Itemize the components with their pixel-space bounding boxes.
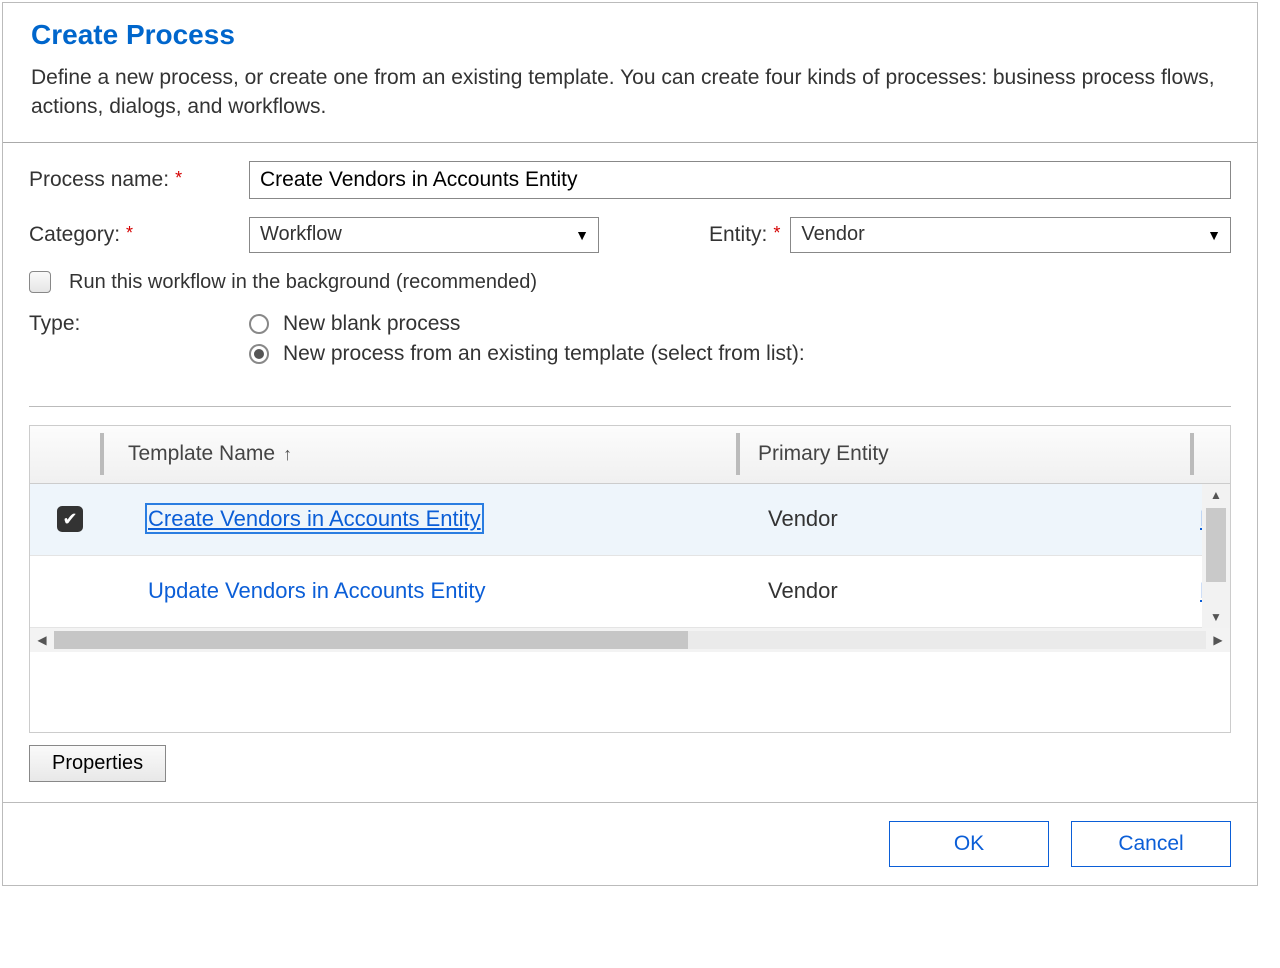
properties-row: Properties: [3, 733, 1257, 802]
type-option-blank-label: New blank process: [283, 312, 460, 336]
row-template-name: Update Vendors in Accounts Entity: [110, 578, 750, 604]
template-name-link[interactable]: Update Vendors in Accounts Entity: [148, 578, 486, 603]
template-name-link[interactable]: Create Vendors in Accounts Entity: [148, 506, 481, 531]
entity-label-text: Entity:: [709, 223, 767, 247]
radio-icon: [249, 344, 269, 364]
required-icon: *: [126, 223, 133, 244]
grid-body: ✔ Create Vendors in Accounts Entity Vend…: [30, 484, 1230, 628]
ok-button[interactable]: OK: [889, 821, 1049, 867]
entity-label: Entity: *: [709, 223, 780, 247]
table-row[interactable]: Update Vendors in Accounts Entity Vendor…: [30, 556, 1230, 628]
create-process-dialog: Create Process Define a new process, or …: [2, 2, 1258, 886]
dialog-footer: OK Cancel: [3, 802, 1257, 885]
type-options: New blank process New process from an ex…: [249, 312, 805, 366]
grid-header-check-col: [30, 433, 110, 475]
run-background-label: Run this workflow in the background (rec…: [69, 271, 537, 294]
required-icon: *: [773, 223, 780, 244]
properties-button[interactable]: Properties: [29, 745, 166, 782]
type-option-blank[interactable]: New blank process: [249, 312, 805, 336]
column-divider: [1190, 433, 1194, 475]
row-primary-entity: Vendor: [750, 578, 1200, 604]
sort-ascending-icon: ↑: [283, 444, 292, 465]
template-grid: Template Name ↑ Primary Entity ✔ Create …: [29, 425, 1231, 733]
scroll-down-icon: ▼: [1210, 606, 1222, 628]
row-checkbox-cell[interactable]: ✔: [30, 506, 110, 532]
cancel-button[interactable]: Cancel: [1071, 821, 1231, 867]
category-entity-row: Category: * Workflow ▼ Entity: * Vendor …: [29, 217, 1231, 253]
required-icon: *: [175, 168, 182, 189]
vertical-scrollbar[interactable]: ▲ ▼: [1202, 484, 1230, 628]
row-template-name: Create Vendors in Accounts Entity: [110, 506, 750, 532]
type-option-template-label: New process from an existing template (s…: [283, 342, 805, 366]
type-row: Type: New blank process New process from…: [29, 312, 1231, 366]
run-background-checkbox[interactable]: [29, 271, 51, 293]
scroll-left-icon: ◀: [30, 633, 54, 647]
category-label: Category: *: [29, 223, 249, 247]
dialog-subtitle: Define a new process, or create one from…: [31, 63, 1229, 122]
dialog-title: Create Process: [31, 19, 1229, 51]
column-header-template-name[interactable]: Template Name ↑: [110, 442, 736, 466]
process-name-label: Process name: *: [29, 168, 249, 192]
entity-select[interactable]: Vendor ▼: [790, 217, 1231, 253]
type-label: Type:: [29, 312, 249, 336]
column-header-primary-entity[interactable]: Primary Entity: [740, 442, 1190, 466]
scroll-thumb: [1206, 508, 1226, 582]
scroll-thumb: [54, 631, 688, 649]
scroll-right-icon: ▶: [1206, 633, 1230, 647]
row-primary-entity: Vendor: [750, 506, 1200, 532]
scroll-up-icon: ▲: [1210, 484, 1222, 506]
run-background-row: Run this workflow in the background (rec…: [29, 271, 1231, 294]
column-header-primary-entity-text: Primary Entity: [758, 442, 889, 465]
process-name-input[interactable]: [249, 161, 1231, 199]
scroll-track: [54, 631, 1206, 649]
checked-icon: ✔: [57, 506, 83, 532]
column-divider: [100, 433, 104, 475]
dialog-header: Create Process Define a new process, or …: [3, 3, 1257, 142]
radio-icon: [249, 314, 269, 334]
form-area: Process name: * Category: * Workflow ▼ E…: [3, 143, 1257, 392]
process-name-row: Process name: *: [29, 161, 1231, 199]
form-separator: [29, 406, 1231, 407]
category-select[interactable]: Workflow ▼: [249, 217, 599, 253]
type-option-template[interactable]: New process from an existing template (s…: [249, 342, 805, 366]
grid-padding: [30, 652, 1230, 732]
category-label-text: Category:: [29, 223, 120, 247]
grid-header: Template Name ↑ Primary Entity: [30, 426, 1230, 484]
table-row[interactable]: ✔ Create Vendors in Accounts Entity Vend…: [30, 484, 1230, 556]
process-name-label-text: Process name:: [29, 168, 169, 192]
column-header-template-name-text: Template Name: [128, 442, 275, 466]
horizontal-scrollbar[interactable]: ◀ ▶: [30, 628, 1230, 652]
entity-select-value: Vendor: [790, 217, 1231, 253]
category-select-value: Workflow: [249, 217, 599, 253]
